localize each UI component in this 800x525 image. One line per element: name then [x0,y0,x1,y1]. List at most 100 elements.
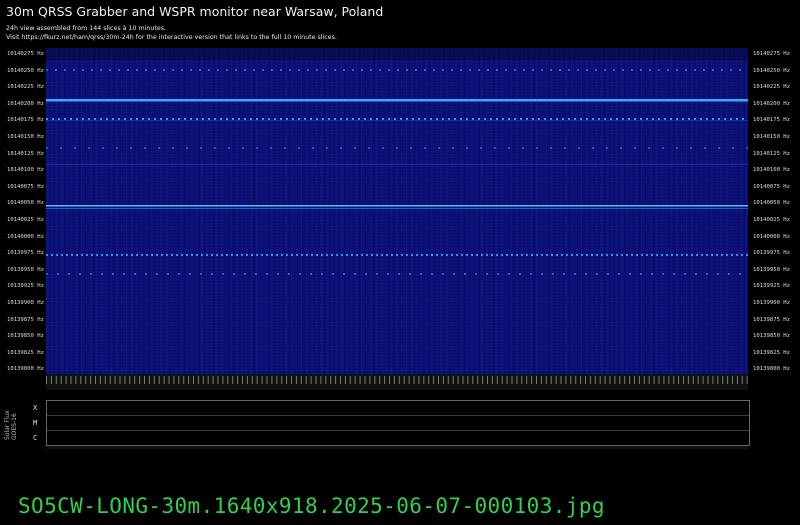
time-tick [722,376,724,384]
qrss-dot [424,118,426,120]
qrss-dot [376,254,378,256]
axis-label-right: 10140000 Hz [753,233,791,240]
qrss-dot [299,273,301,275]
time-tick [70,376,72,384]
qrss-dot [307,69,309,71]
qrss-dot [340,147,342,149]
qrss-dot [739,273,741,275]
axis-label-left: 10139825 Hz [6,349,44,356]
time-tick [643,376,645,384]
qrss-dot [564,147,566,149]
time-tick [295,376,297,384]
axis-label-right: 10140100 Hz [753,167,791,174]
time-tick [506,376,508,384]
qrss-dot [607,273,609,275]
qrss-dot [340,118,342,120]
qrss-dot [460,69,462,71]
qrss-dot [136,69,138,71]
qrss-dot [711,254,713,256]
qrss-dot [514,118,516,120]
qrss-dot [365,273,367,275]
time-tick [658,376,660,384]
qrss-dot [621,254,623,256]
qrss-dot [246,254,248,256]
time-tick [251,376,253,384]
signal-trace [46,120,748,121]
time-tick [609,376,611,384]
qrss-dot [409,273,411,275]
qrss-dot [604,118,606,120]
qrss-dot [136,254,138,256]
qrss-dot [511,254,513,256]
qrss-dot [476,254,478,256]
time-tick [271,376,273,384]
qrss-dot [662,147,664,149]
qrss-dot [629,273,631,275]
axis-label-left: 10139975 Hz [6,250,44,257]
qrss-dot [61,254,63,256]
qrss-dot [541,254,543,256]
qrss-dot [566,254,568,256]
qrss-dot [430,118,432,120]
time-tick [624,376,626,384]
qrss-dot [321,254,323,256]
time-tick [153,376,155,384]
subtitle-slices: 24h view assembled from 144 slices à 10 … [6,25,166,32]
qrss-dot [217,69,219,71]
axis-label-left: 10139900 Hz [6,300,44,306]
qrss-dot [598,118,600,120]
qrss-dot [346,118,348,120]
qrss-dot [181,69,183,71]
qrss-dot [238,118,240,120]
qrss-dot [46,254,48,256]
qrss-dot [356,254,358,256]
time-tick [384,376,386,384]
qrss-dot [622,69,624,71]
qrss-dot [497,273,499,275]
qrss-dot [116,147,118,149]
qrss-dot [286,254,288,256]
time-tick [408,376,410,384]
time-tick [491,376,493,384]
qrss-dot [216,254,218,256]
time-tick [85,376,87,384]
qrss-dot [358,118,360,120]
subtitle-visit-link[interactable]: Visit https://fkurz.net/ham/qrss/30m-24h… [6,34,337,41]
qrss-dot [94,118,96,120]
qrss-dot [416,254,418,256]
qrss-dot [606,147,608,149]
qrss-dot [56,254,58,256]
qrss-dot [568,118,570,120]
qrss-dot [616,118,618,120]
qrss-dot [235,69,237,71]
time-tick [447,376,449,384]
qrss-dot [592,118,594,120]
qrss-dot [400,118,402,120]
qrss-dot [316,118,318,120]
qrss-dot [277,273,279,275]
qrss-dot [622,118,624,120]
qrss-dot [352,69,354,71]
qrss-dot [331,254,333,256]
qrss-dot [376,273,378,275]
qrss-dot [451,254,453,256]
axis-label-right: 10140250 Hz [753,67,791,74]
qrss-dot [181,254,183,256]
time-tick [80,376,82,384]
qrss-dot [454,118,456,120]
qrss-dot [200,273,202,275]
qrss-dot [126,254,128,256]
qrss-dot [611,254,613,256]
qrss-dot [696,254,698,256]
qrss-dot [196,254,198,256]
axis-label-right: 10139800 Hz [753,366,791,373]
qrss-dot [46,273,48,275]
axis-label-right: 10140175 Hz [753,117,791,124]
qrss-dot [441,254,443,256]
time-tick [536,376,537,384]
qrss-dot [604,69,606,71]
qrss-dot [382,147,384,149]
qrss-dot [695,273,697,275]
axis-label-left: 10140175 Hz [6,117,44,124]
qrss-dot [281,254,283,256]
